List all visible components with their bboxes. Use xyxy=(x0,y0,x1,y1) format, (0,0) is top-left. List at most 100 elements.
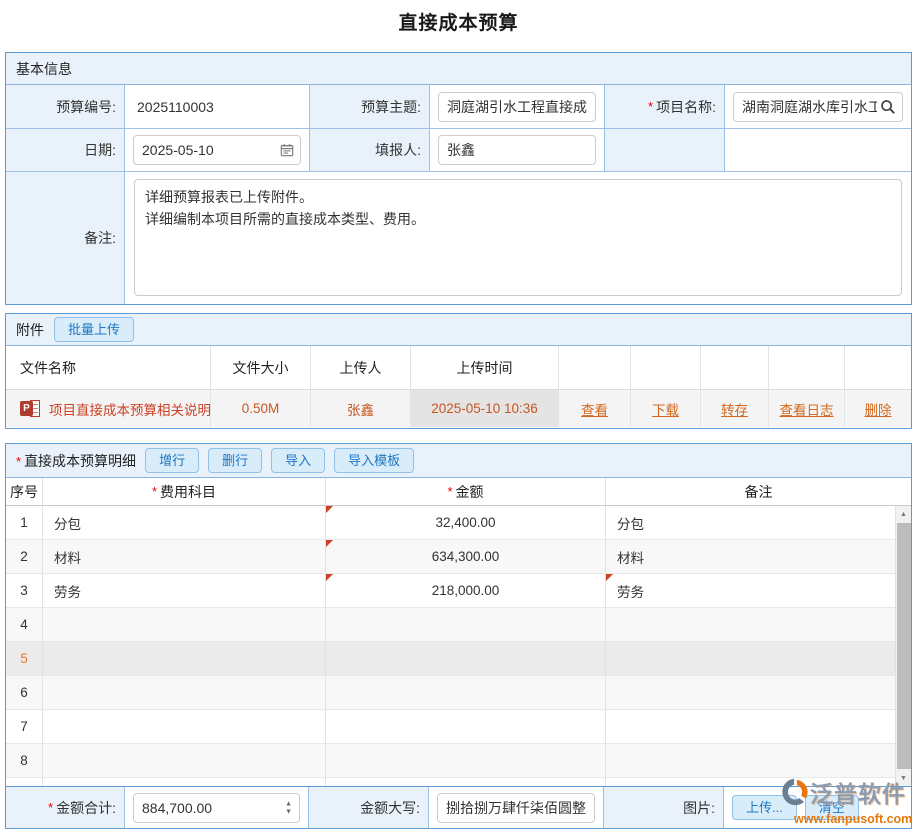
delete-row-button[interactable]: 删行 xyxy=(208,448,262,474)
file-name-cell: P 项目直接成本预算相关说明.p xyxy=(6,390,211,427)
row-note[interactable] xyxy=(606,778,911,786)
stepper-icons[interactable]: ▲▼ xyxy=(285,800,292,815)
row-amount[interactable]: 32,400.00 xyxy=(326,506,606,540)
table-row[interactable]: 3 劳务 218,000.00 劳务 xyxy=(6,574,911,608)
subject-label: 预算主题: xyxy=(310,85,430,129)
row-amount[interactable] xyxy=(326,744,606,778)
table-row-selected[interactable]: 5 xyxy=(6,642,911,676)
row-note[interactable]: 分包 xyxy=(606,506,911,540)
row-seq: 8 xyxy=(6,744,43,778)
reporter-input[interactable] xyxy=(438,135,596,165)
row-seq xyxy=(6,778,43,786)
row-seq: 3 xyxy=(6,574,43,608)
row-amount[interactable] xyxy=(326,642,606,676)
row-subject[interactable] xyxy=(43,710,326,744)
col-action-3 xyxy=(701,346,769,390)
attachments-section: 附件 批量上传 文件名称 文件大小 上传人 上传时间 P 项目直接成本预算相关说… xyxy=(5,313,912,429)
row-subject[interactable] xyxy=(43,642,326,676)
scroll-up-icon[interactable]: ▲ xyxy=(896,506,911,522)
import-button[interactable]: 导入 xyxy=(271,448,325,474)
basic-info-grid: 预算编号: 2025110003 预算主题: * 项目名称: 日期: xyxy=(6,85,911,304)
row-subject[interactable] xyxy=(43,676,326,710)
reporter-cell xyxy=(430,129,605,172)
calendar-icon[interactable] xyxy=(280,143,294,157)
delete-link[interactable]: 删除 xyxy=(865,399,892,419)
page-title: 直接成本预算 xyxy=(0,0,917,35)
totals-footer: * 金额合计: ▲▼ 金额大写: 图片: 上传... 清空 xyxy=(6,786,911,828)
row-note[interactable]: 劳务 xyxy=(606,574,911,608)
add-row-button[interactable]: 增行 xyxy=(145,448,199,474)
save-as-link[interactable]: 转存 xyxy=(721,399,748,419)
row-amount[interactable] xyxy=(326,778,606,786)
file-name-link[interactable]: 项目直接成本预算相关说明.p xyxy=(49,399,211,419)
row-note[interactable] xyxy=(606,710,911,744)
row-subject[interactable]: 分包 xyxy=(43,506,326,540)
import-template-button[interactable]: 导入模板 xyxy=(334,448,414,474)
empty-label-cell xyxy=(605,129,725,172)
row-note[interactable] xyxy=(606,676,911,710)
col-file-name: 文件名称 xyxy=(6,346,211,390)
attachments-header: 附件 批量上传 xyxy=(6,314,911,346)
row-subject[interactable] xyxy=(43,744,326,778)
project-input[interactable] xyxy=(733,92,903,122)
row-amount[interactable]: 218,000.00 xyxy=(326,574,606,608)
total-amount-input[interactable] xyxy=(133,793,300,823)
remark-textarea[interactable] xyxy=(134,179,902,296)
save-as-action-cell: 转存 xyxy=(701,390,769,427)
row-subject[interactable] xyxy=(43,778,326,786)
table-row[interactable]: 6 xyxy=(6,676,911,710)
detail-header: *直接成本预算明细 增行 删行 导入 导入模板 xyxy=(6,444,911,478)
subject-cell xyxy=(430,85,605,129)
row-note[interactable] xyxy=(606,744,911,778)
table-row[interactable]: 7 xyxy=(6,710,911,744)
clear-image-button[interactable]: 清空 xyxy=(805,795,859,821)
view-log-action-cell: 查看日志 xyxy=(769,390,845,427)
subject-input[interactable] xyxy=(438,92,596,122)
detail-section: *直接成本预算明细 增行 删行 导入 导入模板 序号 * 费用科目 * 金额 备… xyxy=(5,443,912,829)
table-row[interactable]: 4 xyxy=(6,608,911,642)
view-log-link[interactable]: 查看日志 xyxy=(780,399,834,419)
col-amount: * 金额 xyxy=(326,478,606,506)
table-row[interactable]: 2 材料 634,300.00 材料 xyxy=(6,540,911,574)
row-subject[interactable]: 材料 xyxy=(43,540,326,574)
download-link[interactable]: 下载 xyxy=(652,399,679,419)
row-subject[interactable] xyxy=(43,608,326,642)
table-row[interactable]: 8 xyxy=(6,744,911,778)
date-input[interactable] xyxy=(133,135,301,165)
attachments-table-header: 文件名称 文件大小 上传人 上传时间 xyxy=(6,346,911,390)
reporter-label: 填报人: xyxy=(310,129,430,172)
table-row[interactable] xyxy=(6,778,911,786)
batch-upload-button[interactable]: 批量上传 xyxy=(54,317,134,343)
budget-no-label: 预算编号: xyxy=(6,85,125,129)
image-cell: 上传... 清空 xyxy=(724,787,911,828)
row-amount[interactable] xyxy=(326,676,606,710)
scroll-down-icon[interactable]: ▼ xyxy=(896,770,911,786)
row-subject[interactable]: 劳务 xyxy=(43,574,326,608)
upload-image-button[interactable]: 上传... xyxy=(732,795,797,821)
row-amount[interactable] xyxy=(326,710,606,744)
empty-value-cell xyxy=(725,129,911,172)
file-size: 0.50M xyxy=(211,390,311,427)
step-down-icon: ▼ xyxy=(285,808,292,815)
row-amount[interactable] xyxy=(326,608,606,642)
col-action-1 xyxy=(559,346,631,390)
row-note[interactable]: 材料 xyxy=(606,540,911,574)
row-amount[interactable]: 634,300.00 xyxy=(326,540,606,574)
view-link[interactable]: 查看 xyxy=(581,399,608,419)
row-seq: 5 xyxy=(6,642,43,676)
detail-title: 直接成本预算明细 xyxy=(24,453,136,469)
remark-label: 备注: xyxy=(6,172,125,304)
remark-cell xyxy=(125,172,911,304)
row-note[interactable] xyxy=(606,608,911,642)
search-icon[interactable] xyxy=(880,99,896,115)
modified-marker xyxy=(606,574,613,581)
budget-no-value-cell: 2025110003 xyxy=(125,85,310,129)
table-row[interactable]: 1 分包 32,400.00 分包 xyxy=(6,506,911,540)
row-note[interactable] xyxy=(606,642,911,676)
project-cell xyxy=(725,85,911,129)
scrollbar-thumb[interactable] xyxy=(897,523,911,769)
amount-caps-input[interactable] xyxy=(437,793,595,823)
vertical-scrollbar[interactable]: ▲ ▼ xyxy=(895,506,911,786)
detail-title-wrap: *直接成本预算明细 xyxy=(16,451,136,471)
amount-caps-cell xyxy=(429,787,604,828)
